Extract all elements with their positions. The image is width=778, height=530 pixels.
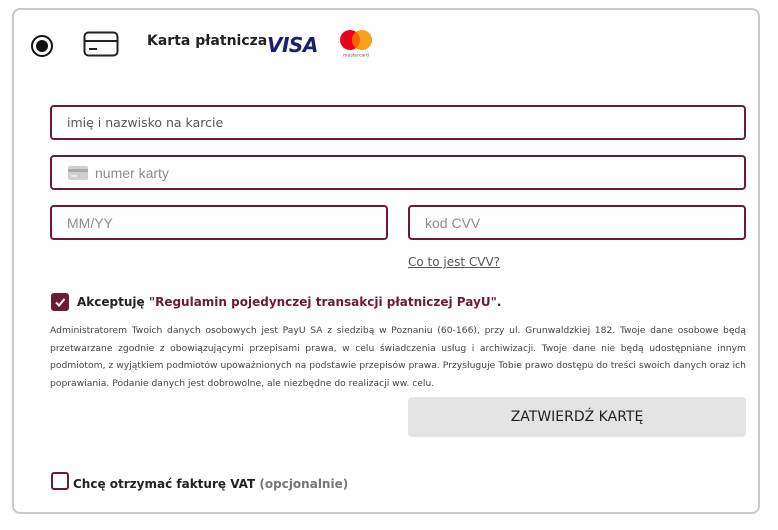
payment-card-panel: Karta płatnicza VISA mastercard imię i n…: [12, 8, 760, 514]
checkmark-icon: [55, 298, 66, 307]
vat-invoice-checkbox[interactable]: [51, 472, 69, 490]
card-payment-radio[interactable]: [31, 35, 53, 57]
accept-terms-suffix: .: [496, 295, 502, 309]
cardholder-name-input[interactable]: imię i nazwisko na karcie: [50, 105, 746, 140]
payment-method-label: Karta płatnicza: [147, 33, 268, 49]
mastercard-logo: mastercard: [340, 30, 372, 59]
vat-invoice-label: Chcę otrzymać fakturę VAT (opcjonalnie): [73, 477, 348, 491]
card-number-input[interactable]: numer karty: [50, 155, 746, 190]
credit-card-icon: [83, 31, 119, 57]
svg-text:VISA: VISA: [267, 33, 318, 56]
accept-terms-label: Akceptuję "Regulamin pojedynczej transak…: [77, 295, 501, 309]
regulamin-link[interactable]: "Regulamin pojedynczej transakcji płatni…: [149, 295, 497, 309]
gdpr-notice: Administratorem Twoich danych osobowych …: [50, 325, 746, 389]
card-number-placeholder: numer karty: [95, 164, 169, 181]
vat-optional-text: (opcjonalnie): [259, 477, 349, 491]
expiry-date-placeholder: MM/YY: [67, 214, 113, 231]
cardholder-name-placeholder: imię i nazwisko na karcie: [67, 115, 224, 130]
vat-invoice-text: Chcę otrzymać fakturę VAT: [73, 477, 256, 491]
expiry-date-input[interactable]: MM/YY: [50, 205, 388, 240]
card-number-icon: [68, 165, 88, 180]
visa-logo: VISA: [267, 33, 318, 56]
accept-terms-checkbox[interactable]: [51, 293, 69, 311]
cvv-help-link[interactable]: Co to jest CVV?: [408, 255, 500, 269]
confirm-card-button[interactable]: ZATWIERDŹ KARTĘ: [408, 397, 746, 437]
accept-terms-prefix: Akceptuję: [77, 295, 149, 309]
cvv-input[interactable]: kod CVV: [408, 205, 746, 240]
radio-selected-dot: [36, 40, 48, 52]
cvv-placeholder: kod CVV: [425, 214, 481, 231]
svg-text:mastercard: mastercard: [343, 53, 369, 59]
